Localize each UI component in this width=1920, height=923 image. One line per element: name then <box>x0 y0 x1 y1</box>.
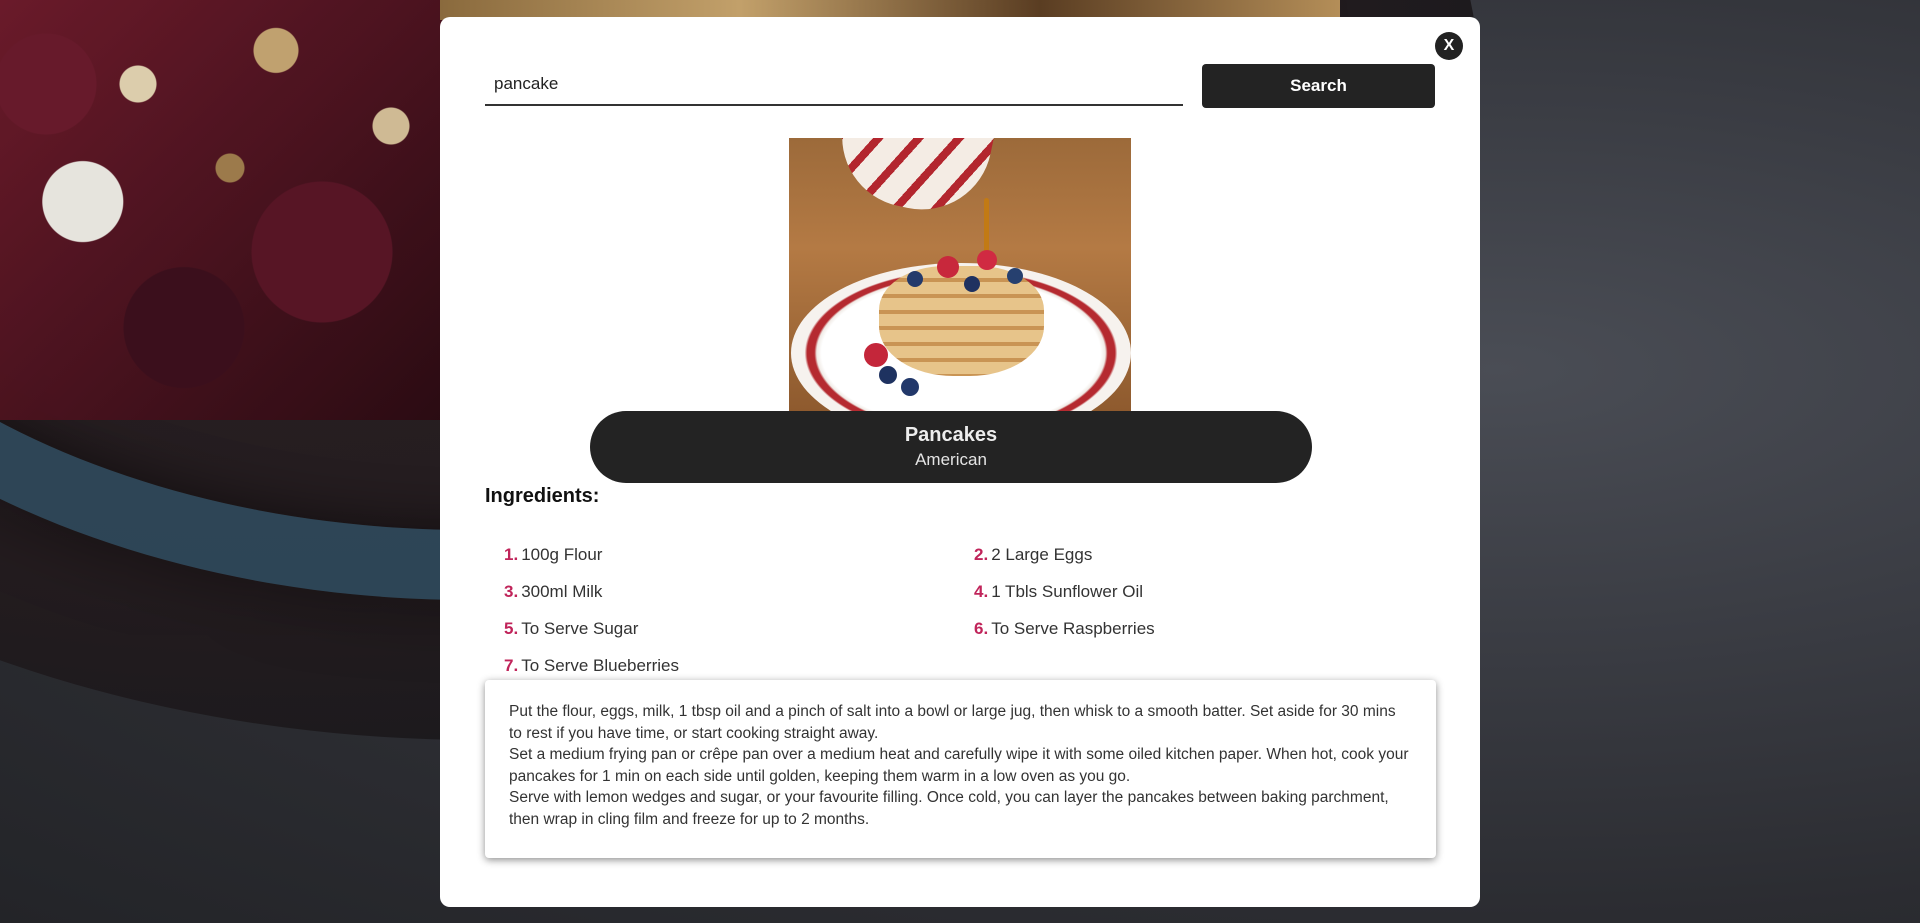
recipe-modal: X Search Pancakes American Ingredients: … <box>440 17 1480 907</box>
blueberry <box>901 378 919 396</box>
recipe-name: Pancakes <box>904 424 998 446</box>
ingredient-text: 300ml Milk <box>521 582 603 601</box>
recipe-image <box>789 138 1131 412</box>
syrup-jug <box>829 138 999 223</box>
blueberry <box>964 276 980 292</box>
ingredient-number: 1. <box>504 545 519 564</box>
ingredient-item: 6. To Serve Raspberries <box>974 615 1444 642</box>
instruction-paragraph: Put the flour, eggs, milk, 1 tbsp oil an… <box>509 703 1396 742</box>
ingredient-text: To Serve Blueberries <box>521 656 679 675</box>
ingredient-item: 2. 2 Large Eggs <box>974 541 1444 568</box>
ingredient-number: 3. <box>504 582 519 601</box>
ingredient-item: 1. 100g Flour <box>504 541 974 568</box>
search-button[interactable]: Search <box>1202 64 1435 108</box>
recipe-title-pill: Pancakes American <box>590 411 1312 483</box>
ingredient-text: To Serve Raspberries <box>991 619 1155 638</box>
ingredients-list: 1. 100g Flour 2. 2 Large Eggs 3. 300ml Milk… <box>504 541 1444 679</box>
ingredient-text: 2 Large Eggs <box>991 545 1093 564</box>
ingredient-number: 2. <box>974 545 989 564</box>
ingredient-text: 1 Tbls Sunflower Oil <box>991 582 1143 601</box>
search-input[interactable] <box>485 64 1183 106</box>
blueberry <box>1007 268 1023 284</box>
ingredient-number: 4. <box>974 582 989 601</box>
ingredient-text: 100g Flour <box>521 545 603 564</box>
instruction-paragraph: Set a medium frying pan or crêpe pan ove… <box>509 746 1409 785</box>
raspberry <box>937 256 959 278</box>
ingredient-number: 6. <box>974 619 989 638</box>
ingredient-item: 3. 300ml Milk <box>504 578 974 605</box>
close-button[interactable]: X <box>1435 32 1463 60</box>
ingredients-heading: Ingredients: <box>485 485 600 507</box>
raspberry <box>977 250 997 270</box>
ingredient-number: 5. <box>504 619 519 638</box>
ingredient-text: To Serve Sugar <box>521 619 639 638</box>
ingredient-item: 4. 1 Tbls Sunflower Oil <box>974 578 1444 605</box>
ingredient-item: 5. To Serve Sugar <box>504 615 974 642</box>
granola-berries <box>0 0 460 420</box>
ingredient-item: 7. To Serve Blueberries <box>504 652 974 679</box>
ingredient-number: 7. <box>504 656 519 675</box>
blueberry <box>907 271 923 287</box>
recipe-area: American <box>915 450 987 469</box>
blueberry <box>879 366 897 384</box>
instructions-box: Put the flour, eggs, milk, 1 tbsp oil an… <box>485 680 1436 858</box>
instruction-paragraph: Serve with lemon wedges and sugar, or yo… <box>509 789 1389 828</box>
raspberry <box>864 343 888 367</box>
